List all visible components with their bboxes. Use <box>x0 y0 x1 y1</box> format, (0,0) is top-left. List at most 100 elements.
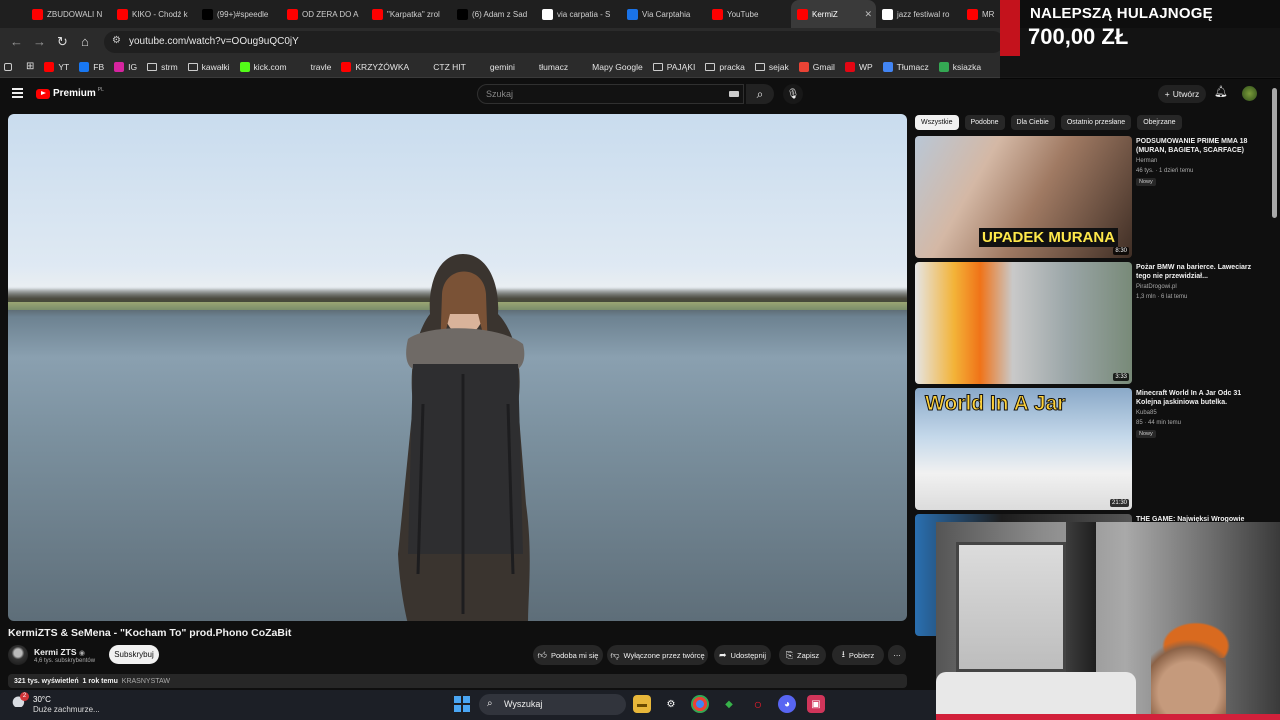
steam-icon[interactable]: ⚙ <box>662 695 680 713</box>
tab-label: (99+)#speedle <box>217 9 269 19</box>
more-icon: ⋯ <box>893 650 901 660</box>
bookmark-item[interactable]: PAJĄKI <box>652 62 695 72</box>
thumbs-down-icon: 👎︎ <box>610 649 620 660</box>
browser-tab[interactable]: (99+)#speedle <box>196 0 281 28</box>
opera-icon[interactable]: ○ <box>749 695 767 713</box>
bookmark-grid-icon[interactable] <box>4 62 16 71</box>
browser-tab[interactable]: (6) Adam z Sad <box>451 0 536 28</box>
save-label: Zapisz <box>797 650 820 660</box>
browser-tab[interactable]: "Karpatka" zrol <box>366 0 451 28</box>
filter-chip[interactable]: Dla Ciebie <box>1010 115 1055 130</box>
bookmark-item[interactable]: pracka <box>705 62 745 72</box>
search-button[interactable]: ⌕ <box>746 84 774 104</box>
recommendation-title: Pożar BMW na barierce. Laweciarz tego ni… <box>1136 264 1252 280</box>
channel-avatar[interactable] <box>8 645 28 665</box>
file-explorer-icon[interactable]: ▬ <box>633 695 651 713</box>
search-icon: ⌕ <box>487 698 493 709</box>
save-button[interactable]: ⎘ Zapisz <box>779 645 826 665</box>
bookmark-item[interactable]: IG <box>114 61 137 72</box>
bookmark-item[interactable]: KRZYŻÓWKA <box>341 61 409 72</box>
chrome-dev-icon[interactable]: ◆ <box>720 695 738 713</box>
filter-chip[interactable]: Obejrzane <box>1137 115 1182 130</box>
apps-icon[interactable]: ⊞ <box>26 61 34 72</box>
voice-search-button[interactable]: 🎙︎ <box>783 84 803 104</box>
recommendation-item[interactable]: UPADEK MURANA 8:30 PODSUMOWANIE PRIME MMA … <box>915 136 1270 258</box>
browser-tab[interactable]: ZBUDOWALI N <box>26 0 111 28</box>
browser-tab[interactable]: jazz festiwal ro <box>876 0 961 28</box>
bookmark-label: gemini <box>489 61 515 72</box>
bookmark-item[interactable]: kick.com <box>239 61 287 72</box>
recommendation-item[interactable]: 3:33 Pożar BMW na barierce. Laweciarz teg… <box>915 262 1270 384</box>
bookmark-item[interactable]: FB <box>79 61 104 72</box>
bookmark-item[interactable]: strm <box>147 62 178 72</box>
keyboard-icon[interactable] <box>729 91 739 97</box>
bookmark-label: strm <box>161 61 178 72</box>
bookmark-label: Tłumacz <box>896 61 929 72</box>
like-label: Podoba mi się <box>550 650 599 660</box>
chrome-icon[interactable] <box>691 695 709 713</box>
video-thumbnail[interactable]: 3:33 <box>915 262 1132 384</box>
bookmark-item[interactable]: Tłumacz <box>882 61 929 72</box>
bookmark-item[interactable]: CTZ HIT <box>419 62 466 72</box>
menu-icon[interactable] <box>12 88 23 98</box>
site-info-icon[interactable]: ⚙ <box>112 35 121 46</box>
close-tab-icon[interactable]: ✕ <box>864 9 872 20</box>
youtube-icon <box>117 8 128 20</box>
back-icon[interactable]: ← <box>10 34 23 49</box>
download-button[interactable]: ⭳ Pobierz <box>832 645 884 665</box>
filter-chip[interactable]: Ostatnio przesłane <box>1060 115 1132 130</box>
browser-tab[interactable]: Via Carptahia <box>621 0 706 28</box>
creator-disabled-label: Wyłączone przez twórcę <box>623 650 705 660</box>
gamepad-icon <box>419 62 429 72</box>
url-field[interactable]: ⚙ youtube.com/watch?v=OOug9uQC0jY <box>104 31 1004 53</box>
home-icon[interactable]: ⌂ <box>81 34 89 49</box>
channel-name[interactable]: Kermi ZTS ◉ <box>34 647 85 657</box>
bookmark-item[interactable]: tłumacz <box>525 62 568 72</box>
share-button[interactable]: ➦ Udostępnij <box>714 645 771 665</box>
app-icon[interactable]: ▣ <box>807 695 825 713</box>
download-icon: ⭳ <box>841 649 845 659</box>
recommendation-item[interactable]: World In A Jar 21:30 Minecraft World In A … <box>915 388 1270 510</box>
subscribe-button[interactable]: Subskrybuj <box>109 645 159 664</box>
account-avatar[interactable] <box>1242 86 1257 101</box>
video-duration: 3:33 <box>1113 373 1129 381</box>
bookmark-item[interactable]: Gmail <box>798 61 835 72</box>
description-box[interactable]: 321 tys. wyświetleń 1 rok temu KRASNYSTA… <box>8 674 907 688</box>
filter-chip[interactable]: Wszystkie <box>915 115 959 130</box>
dislike-button[interactable]: 👎︎ Wyłączone przez twórcę <box>607 645 708 665</box>
bookmark-item[interactable]: YT <box>44 61 70 72</box>
create-button[interactable]: + Utwórz <box>1158 85 1206 103</box>
browser-tab[interactable]: YouTube <box>706 0 791 28</box>
video-player[interactable] <box>8 114 907 621</box>
like-button[interactable]: 👍︎ Podoba mi się <box>533 645 603 665</box>
bookmark-label: YT <box>58 61 70 72</box>
video-thumbnail[interactable]: World In A Jar 21:30 <box>915 388 1132 510</box>
notifications-icon[interactable]: 🔔︎ <box>1214 85 1228 98</box>
video-thumbnail[interactable]: UPADEK MURANA 8:30 <box>915 136 1132 258</box>
more-actions-button[interactable]: ⋯ <box>888 645 906 665</box>
view-count: 321 tys. wyświetleń <box>14 678 79 685</box>
bookmark-item[interactable]: travle <box>297 62 332 72</box>
scrollbar[interactable] <box>1272 88 1277 218</box>
bookmark-item[interactable]: sejak <box>754 62 789 72</box>
video-location: KRASNYSTAW <box>121 678 171 685</box>
weather-badge: 2 <box>20 692 29 701</box>
bookmark-item[interactable]: Mapy Google <box>578 62 643 72</box>
reload-icon[interactable]: ↻ <box>57 34 68 50</box>
bookmark-item[interactable]: ksiazka <box>938 61 981 72</box>
browser-tab[interactable]: OD ZERA DO A <box>281 0 366 28</box>
bookmark-item[interactable]: kawałki <box>187 62 230 72</box>
taskbar-search[interactable]: ⌕ Wyszukaj <box>479 694 626 715</box>
youtube-logo[interactable]: Premium PL <box>36 87 104 99</box>
discord-icon[interactable]: ◕ <box>778 695 796 713</box>
browser-tab[interactable]: via carpatia - S <box>536 0 621 28</box>
bookmark-item[interactable]: WP <box>844 61 873 72</box>
browser-tab[interactable]: KermiZ ✕ <box>791 0 876 28</box>
start-button[interactable] <box>454 696 470 712</box>
search-input[interactable]: Szukaj <box>477 84 744 104</box>
filter-chip[interactable]: Podobne <box>964 115 1005 130</box>
bookmark-item[interactable]: gemini <box>476 62 515 72</box>
browser-tab[interactable]: KIKO - Chodź k <box>111 0 196 28</box>
youtube-icon <box>712 8 723 20</box>
forward-icon[interactable]: → <box>33 34 46 49</box>
